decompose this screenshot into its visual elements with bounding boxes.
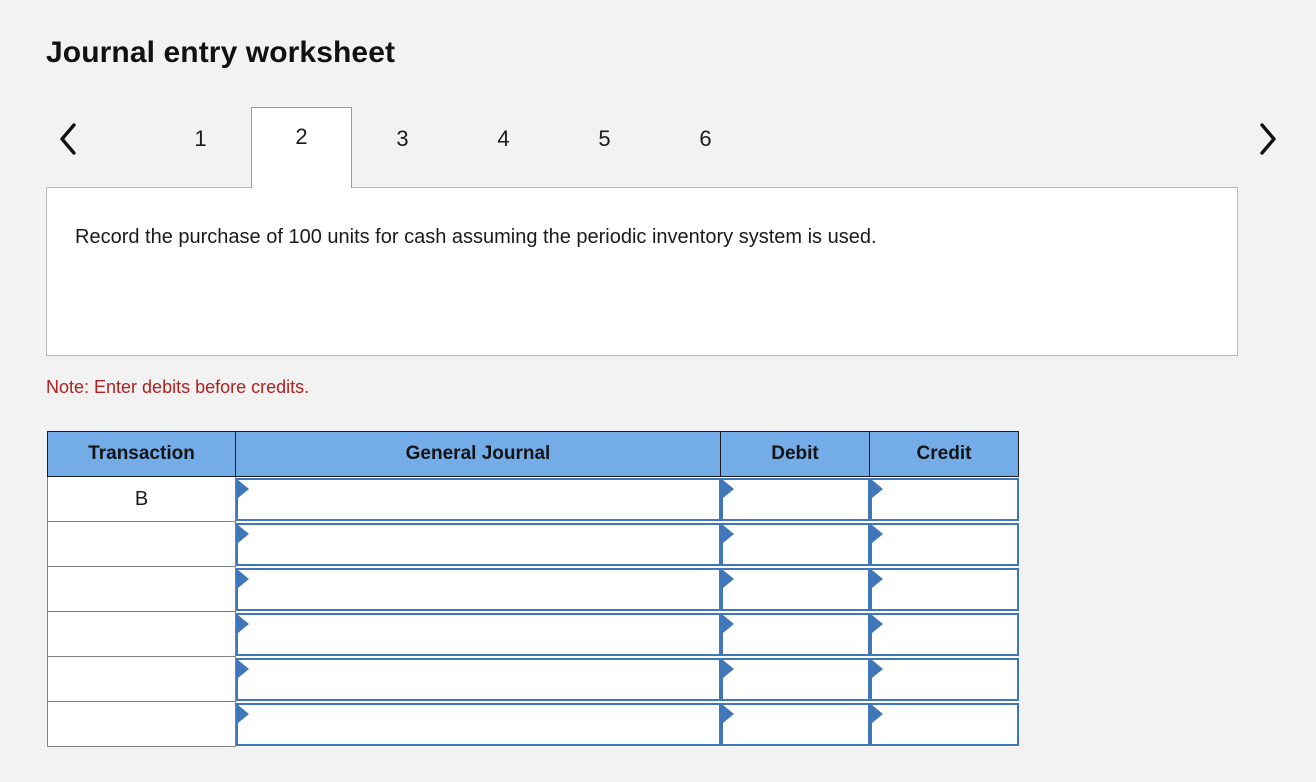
credit-cell bbox=[869, 477, 1019, 522]
entry-instruction-text: Record the purchase of 100 units for cas… bbox=[75, 226, 877, 248]
credit-cell bbox=[869, 567, 1019, 612]
tab-5[interactable]: 5 bbox=[554, 107, 655, 171]
general-journal-cell bbox=[236, 477, 721, 522]
dropdown-caret-icon bbox=[238, 704, 249, 723]
general-journal-dropdown[interactable] bbox=[236, 702, 721, 746]
general-journal-cell bbox=[236, 522, 721, 567]
credit-dropdown[interactable] bbox=[869, 567, 1019, 611]
tab-4[interactable]: 4 bbox=[453, 107, 554, 171]
general-journal-dropdown[interactable] bbox=[236, 477, 721, 521]
dropdown-caret-icon bbox=[238, 659, 249, 678]
transaction-cell[interactable]: B bbox=[47, 476, 236, 522]
tab-2[interactable]: 2 bbox=[251, 107, 352, 188]
debit-dropdown[interactable] bbox=[720, 657, 870, 701]
debit-cell bbox=[720, 522, 870, 567]
transaction-cell[interactable] bbox=[47, 611, 236, 657]
debit-cell bbox=[720, 477, 870, 522]
debit-dropdown[interactable] bbox=[720, 567, 870, 611]
chevron-left-icon bbox=[57, 122, 79, 156]
journal-entry-worksheet-page: Journal entry worksheet 123456 Record th… bbox=[0, 0, 1316, 782]
journal-entry-table: Transaction General Journal Debit Credit… bbox=[47, 431, 1019, 747]
credit-cell bbox=[869, 702, 1019, 747]
credit-cell bbox=[869, 612, 1019, 657]
next-entry-button[interactable] bbox=[1246, 107, 1290, 171]
debits-before-credits-note: Note: Enter debits before credits. bbox=[46, 377, 310, 397]
table-row bbox=[47, 656, 1019, 702]
column-header-credit: Credit bbox=[869, 431, 1019, 477]
credit-dropdown[interactable] bbox=[869, 612, 1019, 656]
entry-instruction-panel: Record the purchase of 100 units for cas… bbox=[46, 187, 1238, 356]
tab-6[interactable]: 6 bbox=[655, 107, 756, 171]
dropdown-caret-icon bbox=[871, 704, 883, 723]
column-header-transaction: Transaction bbox=[47, 431, 236, 477]
dropdown-caret-icon bbox=[722, 479, 734, 498]
dropdown-caret-icon bbox=[871, 614, 883, 633]
chevron-right-icon bbox=[1257, 122, 1279, 156]
credit-dropdown[interactable] bbox=[869, 702, 1019, 746]
table-header: Transaction General Journal Debit Credit bbox=[47, 431, 1019, 477]
dropdown-caret-icon bbox=[238, 479, 249, 498]
credit-cell bbox=[869, 522, 1019, 567]
dropdown-caret-icon bbox=[238, 524, 249, 543]
general-journal-cell bbox=[236, 702, 721, 747]
transaction-cell[interactable] bbox=[47, 701, 236, 747]
general-journal-dropdown[interactable] bbox=[236, 612, 721, 656]
debit-dropdown[interactable] bbox=[720, 477, 870, 521]
table-row bbox=[47, 701, 1019, 747]
debit-cell bbox=[720, 567, 870, 612]
dropdown-caret-icon bbox=[722, 659, 734, 678]
dropdown-caret-icon bbox=[238, 569, 249, 588]
table-body: B bbox=[47, 476, 1019, 747]
transaction-cell[interactable] bbox=[47, 656, 236, 702]
table-row bbox=[47, 566, 1019, 612]
previous-entry-button[interactable] bbox=[46, 107, 90, 171]
column-header-debit: Debit bbox=[720, 431, 870, 477]
transaction-cell[interactable] bbox=[47, 566, 236, 612]
column-header-general-journal: General Journal bbox=[235, 431, 721, 477]
debit-cell bbox=[720, 612, 870, 657]
dropdown-caret-icon bbox=[722, 524, 734, 543]
debit-dropdown[interactable] bbox=[720, 612, 870, 656]
general-journal-dropdown[interactable] bbox=[236, 567, 721, 611]
general-journal-cell bbox=[236, 612, 721, 657]
debit-cell bbox=[720, 702, 870, 747]
page-title: Journal entry worksheet bbox=[46, 36, 396, 69]
table-row: B bbox=[47, 476, 1019, 522]
general-journal-dropdown[interactable] bbox=[236, 657, 721, 701]
debit-cell bbox=[720, 657, 870, 702]
table-row bbox=[47, 521, 1019, 567]
dropdown-caret-icon bbox=[722, 704, 734, 723]
transaction-cell[interactable] bbox=[47, 521, 236, 567]
dropdown-caret-icon bbox=[871, 479, 883, 498]
credit-dropdown[interactable] bbox=[869, 522, 1019, 566]
table-header-row: Transaction General Journal Debit Credit bbox=[47, 431, 1019, 477]
general-journal-cell bbox=[236, 567, 721, 612]
debit-dropdown[interactable] bbox=[720, 522, 870, 566]
dropdown-caret-icon bbox=[871, 524, 883, 543]
credit-dropdown[interactable] bbox=[869, 477, 1019, 521]
general-journal-dropdown[interactable] bbox=[236, 522, 721, 566]
credit-dropdown[interactable] bbox=[869, 657, 1019, 701]
dropdown-caret-icon bbox=[871, 569, 883, 588]
dropdown-caret-icon bbox=[238, 614, 249, 633]
dropdown-caret-icon bbox=[871, 659, 883, 678]
tab-3[interactable]: 3 bbox=[352, 107, 453, 171]
dropdown-caret-icon bbox=[722, 614, 734, 633]
table-row bbox=[47, 611, 1019, 657]
general-journal-cell bbox=[236, 657, 721, 702]
credit-cell bbox=[869, 657, 1019, 702]
dropdown-caret-icon bbox=[722, 569, 734, 588]
tab-1[interactable]: 1 bbox=[150, 107, 251, 171]
debit-dropdown[interactable] bbox=[720, 702, 870, 746]
worksheet-tab-strip: 123456 bbox=[46, 107, 1276, 188]
